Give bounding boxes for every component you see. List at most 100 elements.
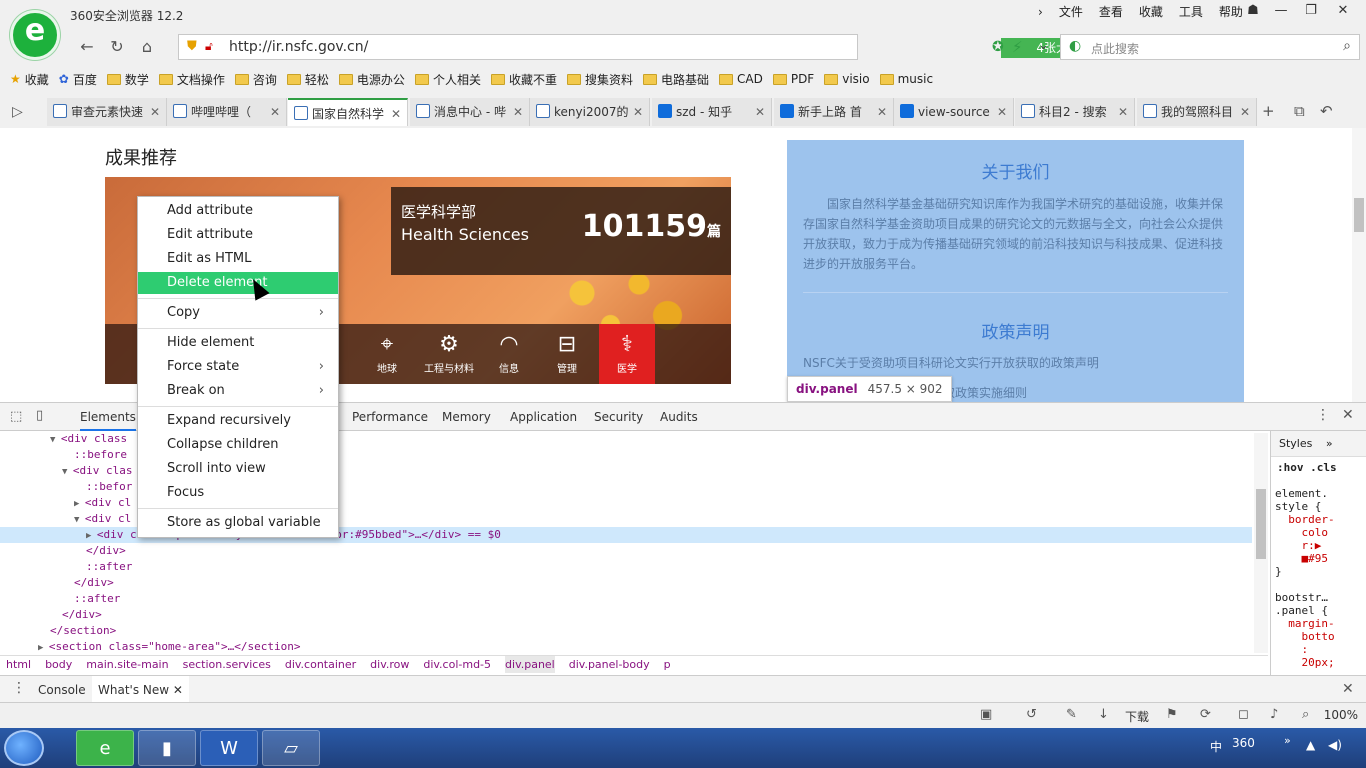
close-tab-icon[interactable]: ✕ — [633, 98, 643, 126]
breadcrumb-item[interactable]: section.services — [183, 656, 271, 673]
bookmark-item[interactable]: 咨询 — [234, 71, 277, 88]
search-engine-icon[interactable]: ◐ — [1069, 38, 1081, 54]
close-tab-icon[interactable]: ✕ — [877, 98, 887, 126]
undo-close-icon[interactable]: ↶ — [1320, 102, 1333, 120]
start-button[interactable] — [4, 730, 44, 766]
devtools-tab-application[interactable]: Application — [510, 403, 577, 431]
tab-restore-icon[interactable]: ⧉ — [1294, 102, 1305, 120]
policy-title[interactable]: 政策声明 — [787, 318, 1244, 343]
chevron-down-icon[interactable]: ⌄ — [1038, 38, 1049, 53]
about-title[interactable]: 关于我们 — [787, 158, 1244, 183]
back-icon[interactable]: ← — [74, 34, 100, 60]
bookmark-item[interactable]: CAD — [719, 72, 763, 86]
dept-tab[interactable]: ⚕ 医学 — [599, 324, 655, 384]
tab-list-icon[interactable]: ▷ — [12, 104, 23, 120]
context-menu-item[interactable]: Add attribute — [138, 200, 338, 222]
new-tab-icon[interactable]: + — [1262, 102, 1275, 120]
devtools-tab-performance[interactable]: Performance — [352, 403, 428, 431]
close-window-button[interactable]: ✕ — [1328, 0, 1358, 22]
device-toolbar-icon[interactable]: ▯ — [36, 408, 43, 423]
download-label[interactable]: 下载 — [1125, 708, 1149, 725]
notepad-icon[interactable]: ▱ — [262, 730, 320, 766]
expand-toggle-icon[interactable]: ▼ — [74, 515, 85, 525]
expand-toggle-icon[interactable]: ▶ — [86, 531, 97, 541]
menu-view[interactable]: 查看 — [1091, 3, 1131, 21]
tray-expand-icon[interactable]: » — [1284, 734, 1291, 747]
folder-icon[interactable]: ▮ — [138, 730, 196, 766]
zoom-level[interactable]: 100% — [1324, 708, 1358, 722]
breadcrumb-item[interactable]: div.row — [370, 656, 409, 673]
elements-scroll-thumb[interactable] — [1256, 489, 1266, 559]
speed-icon[interactable]: ✪ — [992, 39, 1004, 55]
address-bar[interactable]: ⛊ 🔓︎ http://ir.nsfc.gov.cn/ 4张大图 — [178, 34, 1086, 60]
close-drawer-icon[interactable]: ✕ — [1342, 681, 1354, 697]
browser-tab[interactable]: kenyi2007的 ✕ — [530, 98, 650, 126]
styles-tab[interactable]: Styles » — [1271, 431, 1366, 457]
zoom-icon[interactable]: ⌕ — [1302, 707, 1309, 722]
context-menu-item[interactable]: Focus — [138, 482, 338, 504]
devtools-tab-elements[interactable]: Elements — [80, 403, 136, 431]
browser-tab[interactable]: 新手上路 首 ✕ — [774, 98, 894, 126]
screenshot-icon[interactable]: ▣ — [980, 707, 992, 722]
page-scrollbar[interactable] — [1352, 128, 1366, 402]
home-icon[interactable]: ⌂ — [134, 34, 160, 60]
browser-tab[interactable]: 我的驾照科目 ✕ — [1137, 98, 1257, 126]
drawer-tab-whats-new[interactable]: What's New ✕ — [92, 676, 189, 704]
breadcrumb-item[interactable]: p — [664, 656, 671, 673]
dept-tab[interactable]: ◠ 信息 — [481, 330, 537, 380]
volume-icon[interactable]: ◀) — [1328, 738, 1342, 752]
page-scroll-thumb[interactable] — [1354, 198, 1364, 232]
drawer-tab-whats-new-label[interactable]: What's New — [98, 683, 169, 697]
context-menu-item[interactable]: Break on › — [138, 380, 338, 402]
drawer-menu-icon[interactable]: ⋮ — [12, 680, 26, 696]
browser-tab[interactable]: 科目2 - 搜索 ✕ — [1015, 98, 1135, 126]
tray-360[interactable]: 360 — [1232, 736, 1255, 750]
browser-tab[interactable]: view-source ✕ — [894, 98, 1014, 126]
bookmark-item[interactable]: music — [879, 72, 933, 86]
policy-link-1[interactable]: NSFC关于受资助项目科研论文实行开放获取的政策声明 — [803, 354, 1099, 371]
context-menu-item[interactable]: Hide element — [138, 332, 338, 354]
dom-node[interactable]: </div> — [0, 575, 1252, 591]
elements-scrollbar[interactable] — [1254, 433, 1268, 653]
minimize-button[interactable]: — — [1266, 0, 1296, 22]
expand-toggle-icon[interactable]: ▶ — [38, 643, 49, 653]
bookmark-item[interactable]: 个人相关 — [414, 71, 481, 88]
flag-icon[interactable]: ⚑ — [1166, 707, 1178, 722]
devtools-tab-memory[interactable]: Memory — [442, 403, 491, 431]
ime-indicator[interactable]: 中 — [1210, 738, 1222, 755]
context-menu-item[interactable]: Edit attribute — [138, 224, 338, 246]
context-menu-item[interactable]: Scroll into view — [138, 458, 338, 480]
bookmark-item[interactable]: ✿ 百度 — [59, 71, 97, 88]
styles-filter[interactable]: :hov .cls — [1277, 461, 1337, 474]
expand-toggle-icon[interactable]: ▶ — [74, 499, 85, 509]
bookmark-item[interactable]: PDF — [772, 72, 814, 86]
breadcrumb-item[interactable]: body — [45, 656, 72, 673]
dom-node[interactable]: </section> — [0, 623, 1252, 639]
bookmark-item[interactable]: 数学 — [106, 71, 149, 88]
expand-toggle-icon[interactable]: ▼ — [50, 435, 61, 445]
breadcrumb-item[interactable]: main.site-main — [86, 656, 168, 673]
close-tab-icon[interactable]: ✕ — [391, 100, 401, 126]
breadcrumb-item[interactable]: html — [6, 656, 31, 673]
close-tab-icon[interactable]: ✕ — [513, 98, 523, 126]
devtools-tab-audits[interactable]: Audits — [660, 403, 698, 431]
close-tab-icon[interactable]: ✕ — [1240, 98, 1250, 126]
bookmark-item[interactable]: 电路基础 — [642, 71, 709, 88]
dom-node[interactable]: </div> — [0, 543, 1252, 559]
close-tab-icon[interactable]: ✕ — [997, 98, 1007, 126]
menu-file[interactable]: 文件 — [1051, 3, 1091, 21]
inspect-icon[interactable]: ⬚ — [10, 409, 22, 424]
skin-icon[interactable]: ☗ — [1238, 0, 1268, 22]
browser-tab[interactable]: 哔哩哔哩（ ✕ — [167, 98, 287, 126]
bookmark-item[interactable]: 文档操作 — [158, 71, 225, 88]
bookmark-item[interactable]: visio — [824, 72, 870, 86]
dom-node[interactable]: ▶ <section class="home-area">…</section> — [0, 639, 1252, 655]
breadcrumb-item[interactable]: div.panel-body — [569, 656, 650, 673]
context-menu-item[interactable]: Copy › — [138, 302, 338, 324]
browser-tab[interactable]: szd - 知乎 ✕ — [652, 98, 772, 126]
360-browser-icon[interactable]: e — [76, 730, 134, 766]
close-tab-icon[interactable]: ✕ — [150, 98, 160, 126]
context-menu-item[interactable]: Force state › — [138, 356, 338, 378]
close-tab-icon[interactable]: ✕ — [1118, 98, 1128, 126]
context-menu-item[interactable]: Expand recursively — [138, 410, 338, 432]
